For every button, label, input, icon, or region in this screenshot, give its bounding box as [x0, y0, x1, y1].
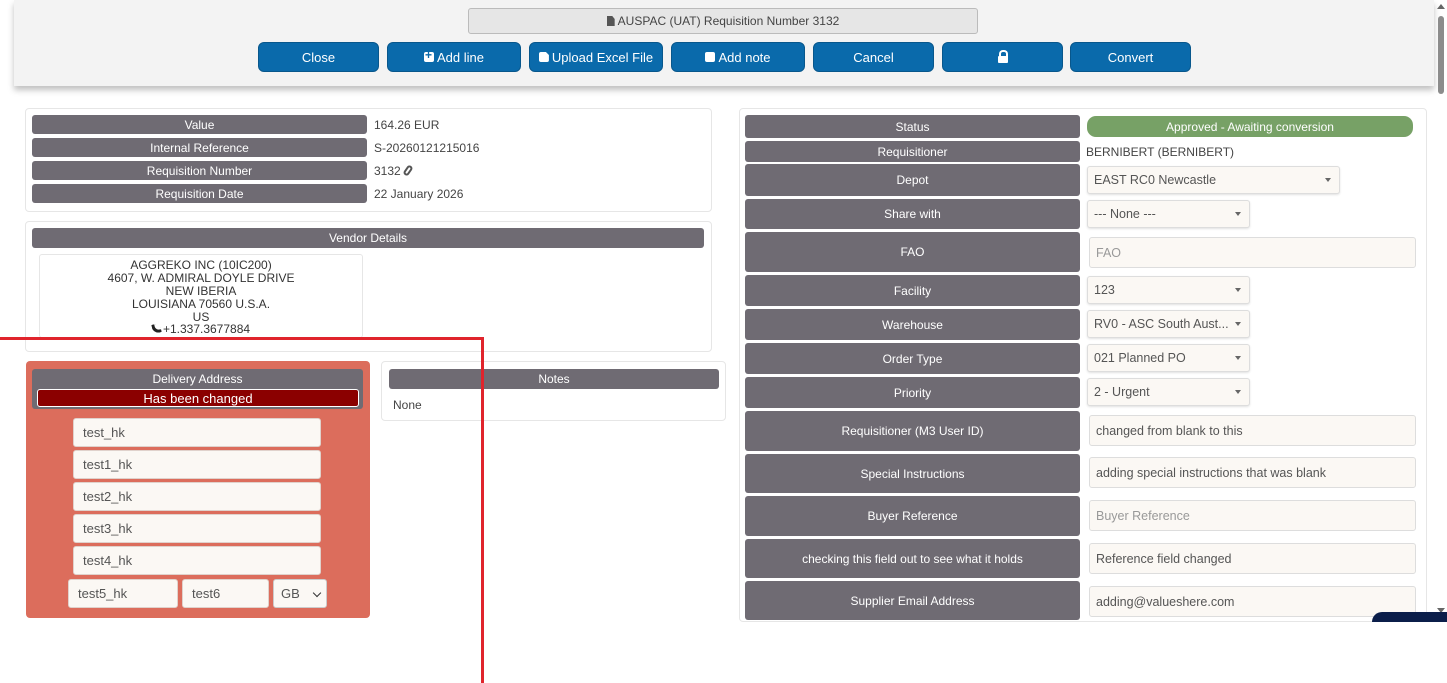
checking-field-label: checking this field out to see what it h…: [745, 539, 1080, 578]
internal-reference-value: S-20260121215016: [374, 140, 480, 155]
requisitioner-label: Requisitioner: [745, 141, 1080, 162]
order-type-value: 021 Planned PO: [1094, 351, 1186, 365]
add-line-label: Add line: [437, 49, 484, 65]
convert-button[interactable]: Convert: [1070, 42, 1191, 72]
close-button[interactable]: Close: [258, 42, 379, 72]
lock-button[interactable]: [942, 42, 1063, 72]
requisition-date-value: 22 January 2026: [374, 186, 464, 201]
cancel-label: Cancel: [853, 49, 894, 65]
buyer-reference-input[interactable]: Buyer Reference: [1089, 500, 1416, 531]
special-instructions-input[interactable]: adding special instructions that was bla…: [1089, 457, 1416, 488]
note-icon: [705, 52, 716, 62]
fao-label: FAO: [745, 232, 1080, 272]
caret-down-icon: [1235, 212, 1241, 216]
order-type-select[interactable]: 021 Planned PO: [1087, 344, 1250, 372]
facility-value: 123: [1094, 283, 1115, 297]
priority-label: Priority: [745, 377, 1080, 408]
order-type-label: Order Type: [745, 343, 1080, 374]
warehouse-select[interactable]: RV0 - ASC South Aust...: [1087, 310, 1250, 338]
facility-label: Facility: [745, 275, 1080, 306]
highlight-frame: [0, 337, 484, 683]
cancel-button[interactable]: Cancel: [813, 42, 934, 72]
add-note-label: Add note: [718, 49, 771, 65]
status-label: Status: [745, 115, 1080, 138]
excel-file-icon: [538, 52, 549, 62]
value-value: 164.26 EUR: [374, 117, 440, 132]
m3-user-id-label: Requisitioner (M3 User ID): [745, 411, 1080, 451]
share-with-select[interactable]: --- None ---: [1087, 200, 1250, 228]
page-title-text: AUSPAC (UAT) Requisition Number 3132: [617, 14, 840, 28]
vendor-phone: +1.337.3677884: [39, 323, 363, 336]
warehouse-value: RV0 - ASC South Aust...: [1094, 317, 1229, 331]
internal-reference-label: Internal Reference: [32, 138, 367, 157]
special-instructions-label: Special Instructions: [745, 454, 1080, 493]
supplier-email-label: Supplier Email Address: [745, 581, 1080, 620]
requisition-number-value: 3132: [374, 161, 414, 180]
close-button-label: Close: [301, 49, 336, 65]
status-badge: Approved - Awaiting conversion: [1087, 116, 1413, 137]
depot-value: EAST RC0 Newcastle: [1094, 173, 1217, 187]
requisition-number-text: 3132: [374, 163, 401, 178]
scroll-thumb[interactable]: [1438, 16, 1444, 94]
phone-icon: [152, 324, 161, 333]
value-label: Value: [32, 115, 367, 134]
page-scrollbar[interactable]: [1435, 0, 1447, 620]
chat-widget-edge[interactable]: [1372, 612, 1447, 622]
share-with-label: Share with: [745, 199, 1080, 229]
upload-excel-button[interactable]: Upload Excel File: [529, 42, 663, 72]
document-icon: [606, 16, 615, 26]
priority-select[interactable]: 2 - Urgent: [1087, 378, 1250, 406]
upload-excel-label: Upload Excel File: [551, 49, 654, 65]
buyer-reference-label: Buyer Reference: [745, 496, 1080, 536]
scroll-up-arrow-icon[interactable]: [1437, 4, 1445, 9]
caret-down-icon: [1235, 288, 1241, 292]
add-line-button[interactable]: Add line: [387, 42, 521, 72]
share-with-value: --- None ---: [1094, 207, 1156, 221]
fao-input[interactable]: FAO: [1089, 237, 1416, 268]
add-note-button[interactable]: Add note: [671, 42, 805, 72]
caret-down-icon: [1235, 322, 1241, 326]
requisition-date-label: Requisition Date: [32, 184, 367, 203]
unlock-icon: [997, 49, 1008, 63]
checking-field-input[interactable]: Reference field changed: [1089, 543, 1416, 574]
convert-label: Convert: [1107, 49, 1154, 65]
m3-user-id-input[interactable]: changed from blank to this: [1089, 415, 1416, 446]
page-title: AUSPAC (UAT) Requisition Number 3132: [468, 8, 978, 34]
depot-select[interactable]: EAST RC0 Newcastle: [1087, 166, 1340, 194]
facility-select[interactable]: 123: [1087, 276, 1250, 304]
caret-down-icon: [1325, 178, 1331, 182]
caret-down-icon: [1235, 356, 1241, 360]
supplier-email-input[interactable]: adding@valueshere.com: [1089, 586, 1416, 617]
priority-value: 2 - Urgent: [1094, 385, 1150, 399]
requisitioner-value: BERNIBERT (BERNIBERT): [1086, 144, 1235, 159]
caret-down-icon: [1235, 390, 1241, 394]
vendor-details-heading: Vendor Details: [32, 228, 704, 248]
vendor-phone-text: +1.337.3677884: [162, 322, 251, 336]
requisition-number-label: Requisition Number: [32, 161, 367, 180]
plus-square-icon: [424, 48, 434, 62]
warehouse-label: Warehouse: [745, 309, 1080, 340]
depot-label: Depot: [745, 164, 1080, 196]
